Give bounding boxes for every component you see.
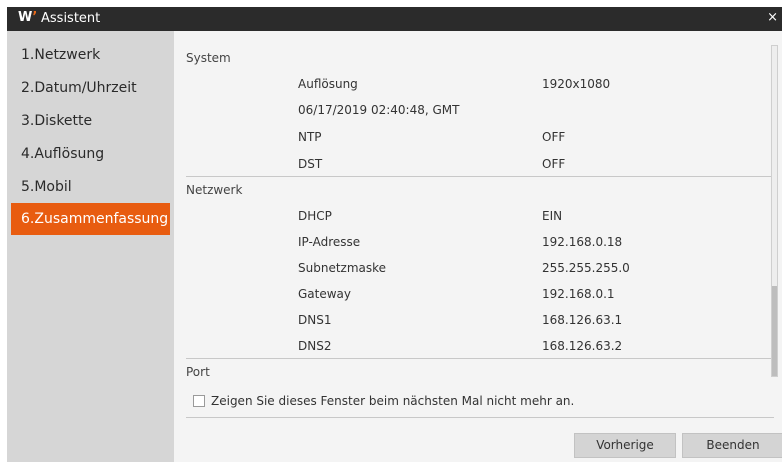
divider <box>186 358 774 359</box>
subnet-mask-value: 255.255.255.0 <box>542 261 630 275</box>
assistant-window: W’ Assistent × 1.Netzwerk 2.Datum/Uhrzei… <box>7 7 782 462</box>
divider <box>186 176 774 177</box>
resolution-value: 1920x1080 <box>542 77 611 91</box>
dont-show-again-label[interactable]: Zeigen Sie dieses Fenster beim nächsten … <box>211 394 574 408</box>
dst-label: DST <box>298 157 323 171</box>
close-icon[interactable]: × <box>767 10 778 25</box>
previous-button[interactable]: Vorherige <box>574 433 676 458</box>
dhcp-label: DHCP <box>298 209 332 223</box>
dont-show-again-checkbox[interactable] <box>193 395 205 407</box>
gateway-value: 192.168.0.1 <box>542 287 615 301</box>
sidebar-item-disk[interactable]: 3.Diskette <box>11 105 170 137</box>
title-bar: W’ Assistent × <box>7 7 782 31</box>
window-title: Assistent <box>41 11 101 26</box>
ip-address-value: 192.168.0.18 <box>542 235 623 249</box>
app-logo-letter: W <box>18 10 33 25</box>
section-network-title: Netzwerk <box>186 183 243 197</box>
dst-value: OFF <box>542 157 566 171</box>
sidebar-item-datetime[interactable]: 2.Datum/Uhrzeit <box>11 72 170 104</box>
section-system-title: System <box>186 51 231 65</box>
resolution-label: Auflösung <box>298 77 358 91</box>
scrollbar-thumb[interactable] <box>772 286 777 376</box>
ip-address-label: IP-Adresse <box>298 235 361 249</box>
dns2-value: 168.126.63.2 <box>542 339 623 353</box>
summary-panel: System Auflösung 1920x1080 06/17/2019 02… <box>174 31 782 462</box>
section-port-title: Port <box>186 365 210 379</box>
gateway-label: Gateway <box>298 287 352 301</box>
summary-scrollbar[interactable] <box>771 45 778 377</box>
ntp-value: OFF <box>542 130 566 144</box>
finish-button[interactable]: Beenden <box>682 433 782 458</box>
sidebar-item-mobile[interactable]: 5.Mobil <box>11 171 170 203</box>
ntp-label: NTP <box>298 130 322 144</box>
wizard-step-sidebar: 1.Netzwerk 2.Datum/Uhrzeit 3.Diskette 4.… <box>7 31 174 462</box>
app-logo-icon: W’ <box>18 10 38 25</box>
sidebar-item-network[interactable]: 1.Netzwerk <box>11 39 170 71</box>
divider <box>186 417 774 418</box>
sidebar-item-resolution[interactable]: 4.Auflösung <box>11 138 170 170</box>
dns2-label: DNS2 <box>298 339 332 353</box>
dns1-value: 168.126.63.1 <box>542 313 623 327</box>
subnet-mask-label: Subnetzmaske <box>298 261 387 275</box>
sidebar-item-summary[interactable]: 6.Zusammenfassung <box>11 203 170 235</box>
dns1-label: DNS1 <box>298 313 332 327</box>
datetime-value: 06/17/2019 02:40:48, GMT <box>298 103 460 117</box>
dhcp-value: EIN <box>542 209 563 223</box>
